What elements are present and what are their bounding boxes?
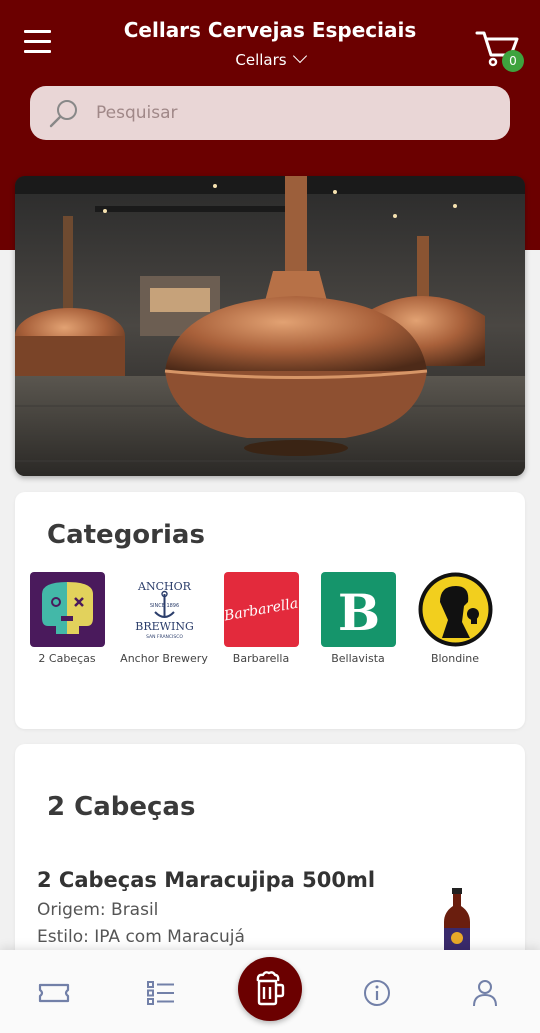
blondine-logo [418, 572, 493, 647]
category-label: Barbarella [232, 652, 290, 665]
chevron-down-icon [292, 48, 307, 64]
category-blondine[interactable]: Blondine [410, 572, 500, 665]
search-input[interactable] [96, 86, 496, 140]
categories-card: Categorias 2 Cabeças ANCHOR SINCE 1896 B… [15, 492, 525, 729]
category-label: Blondine [430, 652, 480, 665]
list-icon[interactable] [144, 978, 178, 1008]
category-bellavista[interactable]: B Bellavista [313, 572, 403, 665]
bellavista-logo: B [320, 572, 396, 647]
app-title: Cellars Cervejas Especiais [123, 18, 417, 42]
cart-count-badge: 0 [502, 50, 524, 72]
anchor-logo-city: SAN FRANCISCO [146, 634, 183, 640]
store-selector[interactable]: Cellars [0, 48, 540, 69]
store-name: Cellars [235, 51, 287, 69]
ticket-icon[interactable] [37, 978, 71, 1008]
category-barbarella[interactable]: Barbarella Barbarella [216, 572, 306, 665]
beer-mug-icon [256, 971, 285, 1006]
categories-title: Categorias [47, 520, 205, 550]
bottom-navigation [0, 950, 540, 1033]
category-2-cabecas[interactable]: 2 Cabeças [22, 572, 112, 665]
product-origin: Origem: Brasil [37, 900, 159, 920]
search-icon [49, 100, 77, 128]
app-header: Cellars Cervejas Especiais Cellars 0 [0, 0, 540, 80]
category-label: Anchor Brewery [120, 652, 208, 665]
anchor-logo-bottom: BREWING [135, 620, 193, 633]
beer-bottle-image[interactable] [439, 888, 475, 958]
hero-banner-image [15, 176, 525, 476]
2-cabecas-logo [29, 572, 105, 647]
bellavista-logo-letter: B [337, 583, 379, 642]
search-bar[interactable] [30, 86, 510, 140]
product-section-title: 2 Cabeças [47, 792, 196, 822]
product-name[interactable]: 2 Cabeças Maracujipa 500ml [37, 868, 375, 892]
category-label: Bellavista [331, 652, 385, 665]
category-label: 2 Cabeças [38, 652, 96, 665]
anchor-brewing-logo: ANCHOR SINCE 1896 BREWING SAN FRANCISCO [126, 572, 202, 647]
product-style: Estilo: IPA com Maracujá [37, 927, 245, 947]
barbarella-logo: Barbarella [223, 572, 299, 647]
category-anchor-brewery[interactable]: ANCHOR SINCE 1896 BREWING SAN FRANCISCO … [119, 572, 209, 665]
info-icon[interactable] [360, 978, 394, 1008]
beer-mug-button[interactable] [238, 957, 302, 1021]
user-icon[interactable] [468, 978, 502, 1008]
